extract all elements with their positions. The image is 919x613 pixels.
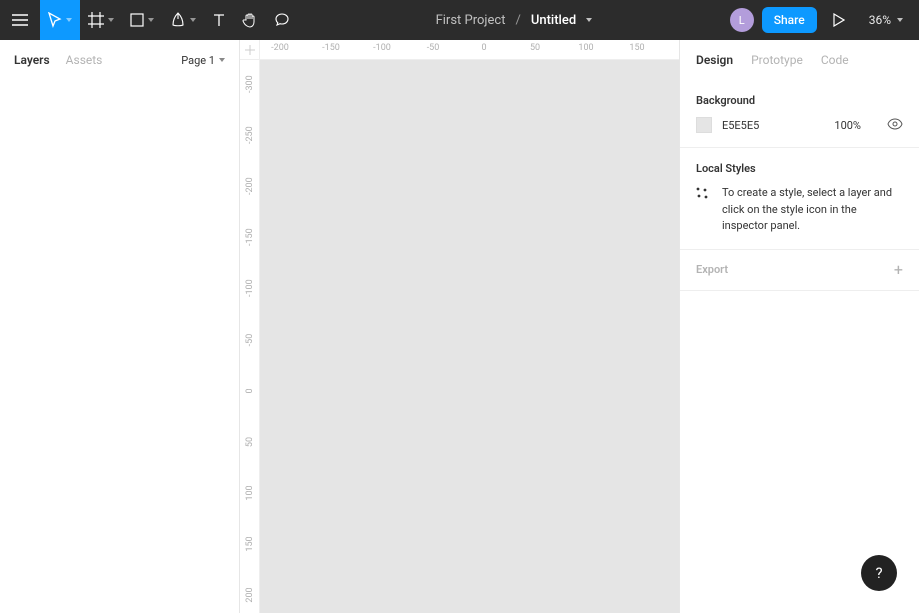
- user-avatar[interactable]: L: [730, 8, 754, 32]
- rectangle-tool-icon: [130, 13, 144, 27]
- background-hex-value[interactable]: E5E5E5: [722, 119, 777, 132]
- breadcrumb-separator: /: [515, 13, 520, 28]
- ruler-tick-horizontal: -200: [271, 43, 289, 53]
- hand-tool-icon: [242, 12, 258, 28]
- left-panel: Layers Assets Page 1: [0, 40, 240, 613]
- move-tool-icon: [48, 12, 62, 28]
- chevron-down-icon: [586, 18, 592, 22]
- styles-panel-icon: [696, 187, 708, 202]
- canvas-area[interactable]: -200 -150 -100 -50 0 50 100 150 200 -300 -250 -200…: [240, 40, 679, 613]
- tab-code[interactable]: Code: [821, 53, 849, 67]
- present-button[interactable]: [825, 13, 853, 27]
- ruler-tick-vertical: 50: [245, 434, 255, 450]
- local-styles-content: To create a style, select a layer and cl…: [696, 185, 903, 235]
- horizontal-ruler[interactable]: -200-150-100-50050100150200: [260, 40, 679, 60]
- ruler-tick-horizontal: 100: [578, 43, 593, 53]
- ruler-tick-vertical: -300: [245, 77, 255, 93]
- toolbar-right-group: L Share 36%: [730, 7, 919, 33]
- local-styles-title: Local Styles: [696, 162, 903, 175]
- add-export-button[interactable]: +: [894, 262, 903, 278]
- shape-tool-button[interactable]: [122, 0, 162, 40]
- pen-tool-icon: [170, 12, 186, 28]
- chevron-down-icon: [108, 18, 114, 22]
- ruler-tick-vertical: -150: [245, 230, 255, 246]
- comment-icon: [274, 12, 290, 28]
- pen-tool-button[interactable]: [162, 0, 204, 40]
- chevron-down-icon: [897, 18, 903, 22]
- ruler-tick-vertical: -100: [245, 281, 255, 297]
- visibility-toggle[interactable]: [887, 118, 903, 133]
- top-toolbar: First Project / Untitled L Share 36%: [0, 0, 919, 40]
- main-menu-button[interactable]: [0, 0, 40, 40]
- ruler-tick-horizontal: 50: [530, 43, 540, 53]
- chevron-down-icon: [148, 18, 154, 22]
- background-section: Background E5E5E5 100%: [680, 80, 919, 148]
- local-styles-help-text: To create a style, select a layer and cl…: [722, 185, 903, 235]
- background-opacity-value[interactable]: 100%: [834, 119, 861, 132]
- chevron-down-icon: [66, 18, 72, 22]
- text-tool-icon: [212, 13, 226, 27]
- ruler-tick-horizontal: 0: [481, 43, 486, 53]
- tab-prototype[interactable]: Prototype: [751, 53, 803, 67]
- frame-tool-button[interactable]: [80, 0, 122, 40]
- ruler-tick-horizontal: -150: [322, 43, 340, 53]
- ruler-tick-horizontal: 150: [629, 43, 644, 53]
- text-tool-button[interactable]: [204, 0, 234, 40]
- play-icon: [833, 13, 845, 27]
- project-name: First Project: [436, 13, 506, 28]
- move-tool-button[interactable]: [40, 0, 80, 40]
- main-area: Layers Assets Page 1 -200 -150 -100 -50 0 50 1…: [0, 40, 919, 613]
- chevron-down-icon: [190, 18, 196, 22]
- ruler-tick-horizontal: -50: [427, 43, 440, 53]
- right-panel: Design Prototype Code Background E5E5E5 …: [679, 40, 919, 613]
- tab-design[interactable]: Design: [696, 53, 733, 67]
- background-row: E5E5E5 100%: [696, 117, 903, 133]
- ruler-tick-vertical: -200: [245, 179, 255, 195]
- file-title-group[interactable]: First Project / Untitled: [298, 13, 730, 28]
- hamburger-icon: [12, 14, 28, 26]
- canvas-background[interactable]: [260, 60, 679, 613]
- export-title: Export: [696, 263, 728, 276]
- hand-tool-button[interactable]: [234, 0, 266, 40]
- file-name: Untitled: [531, 13, 576, 28]
- help-button[interactable]: ?: [861, 555, 897, 591]
- ruler-tick-vertical: -250: [245, 128, 255, 144]
- left-panel-tabs: Layers Assets Page 1: [0, 40, 239, 80]
- ruler-tick-vertical: 0: [245, 383, 255, 399]
- ruler-corner[interactable]: [240, 40, 260, 60]
- local-styles-section: Local Styles To create a style, select a…: [680, 148, 919, 250]
- ruler-tick-vertical: -50: [245, 332, 255, 348]
- chevron-down-icon: [219, 58, 225, 62]
- toolbar-left-group: [0, 0, 298, 40]
- ruler-corner-icon: [245, 45, 255, 55]
- right-panel-tabs: Design Prototype Code: [680, 40, 919, 80]
- tab-layers[interactable]: Layers: [14, 53, 50, 67]
- four-dots-icon: [696, 187, 708, 199]
- background-swatch[interactable]: [696, 117, 712, 133]
- comment-tool-button[interactable]: [266, 0, 298, 40]
- ruler-tick-vertical: 200: [245, 587, 255, 603]
- tab-assets[interactable]: Assets: [66, 53, 103, 67]
- zoom-dropdown[interactable]: 36%: [861, 13, 911, 27]
- page-selector[interactable]: Page 1: [181, 54, 225, 67]
- background-title: Background: [696, 94, 903, 107]
- page-label: Page 1: [181, 54, 215, 67]
- share-button[interactable]: Share: [762, 7, 817, 33]
- ruler-tick-vertical: 100: [245, 485, 255, 501]
- frame-tool-icon: [88, 12, 104, 28]
- export-section[interactable]: Export +: [680, 250, 919, 291]
- zoom-level: 36%: [869, 13, 891, 27]
- vertical-ruler[interactable]: -300 -250 -200 -150 -100 -50 0 50 100 150 200: [240, 60, 260, 613]
- eye-icon: [887, 118, 903, 130]
- ruler-tick-vertical: 150: [245, 536, 255, 552]
- ruler-tick-horizontal: -100: [373, 43, 391, 53]
